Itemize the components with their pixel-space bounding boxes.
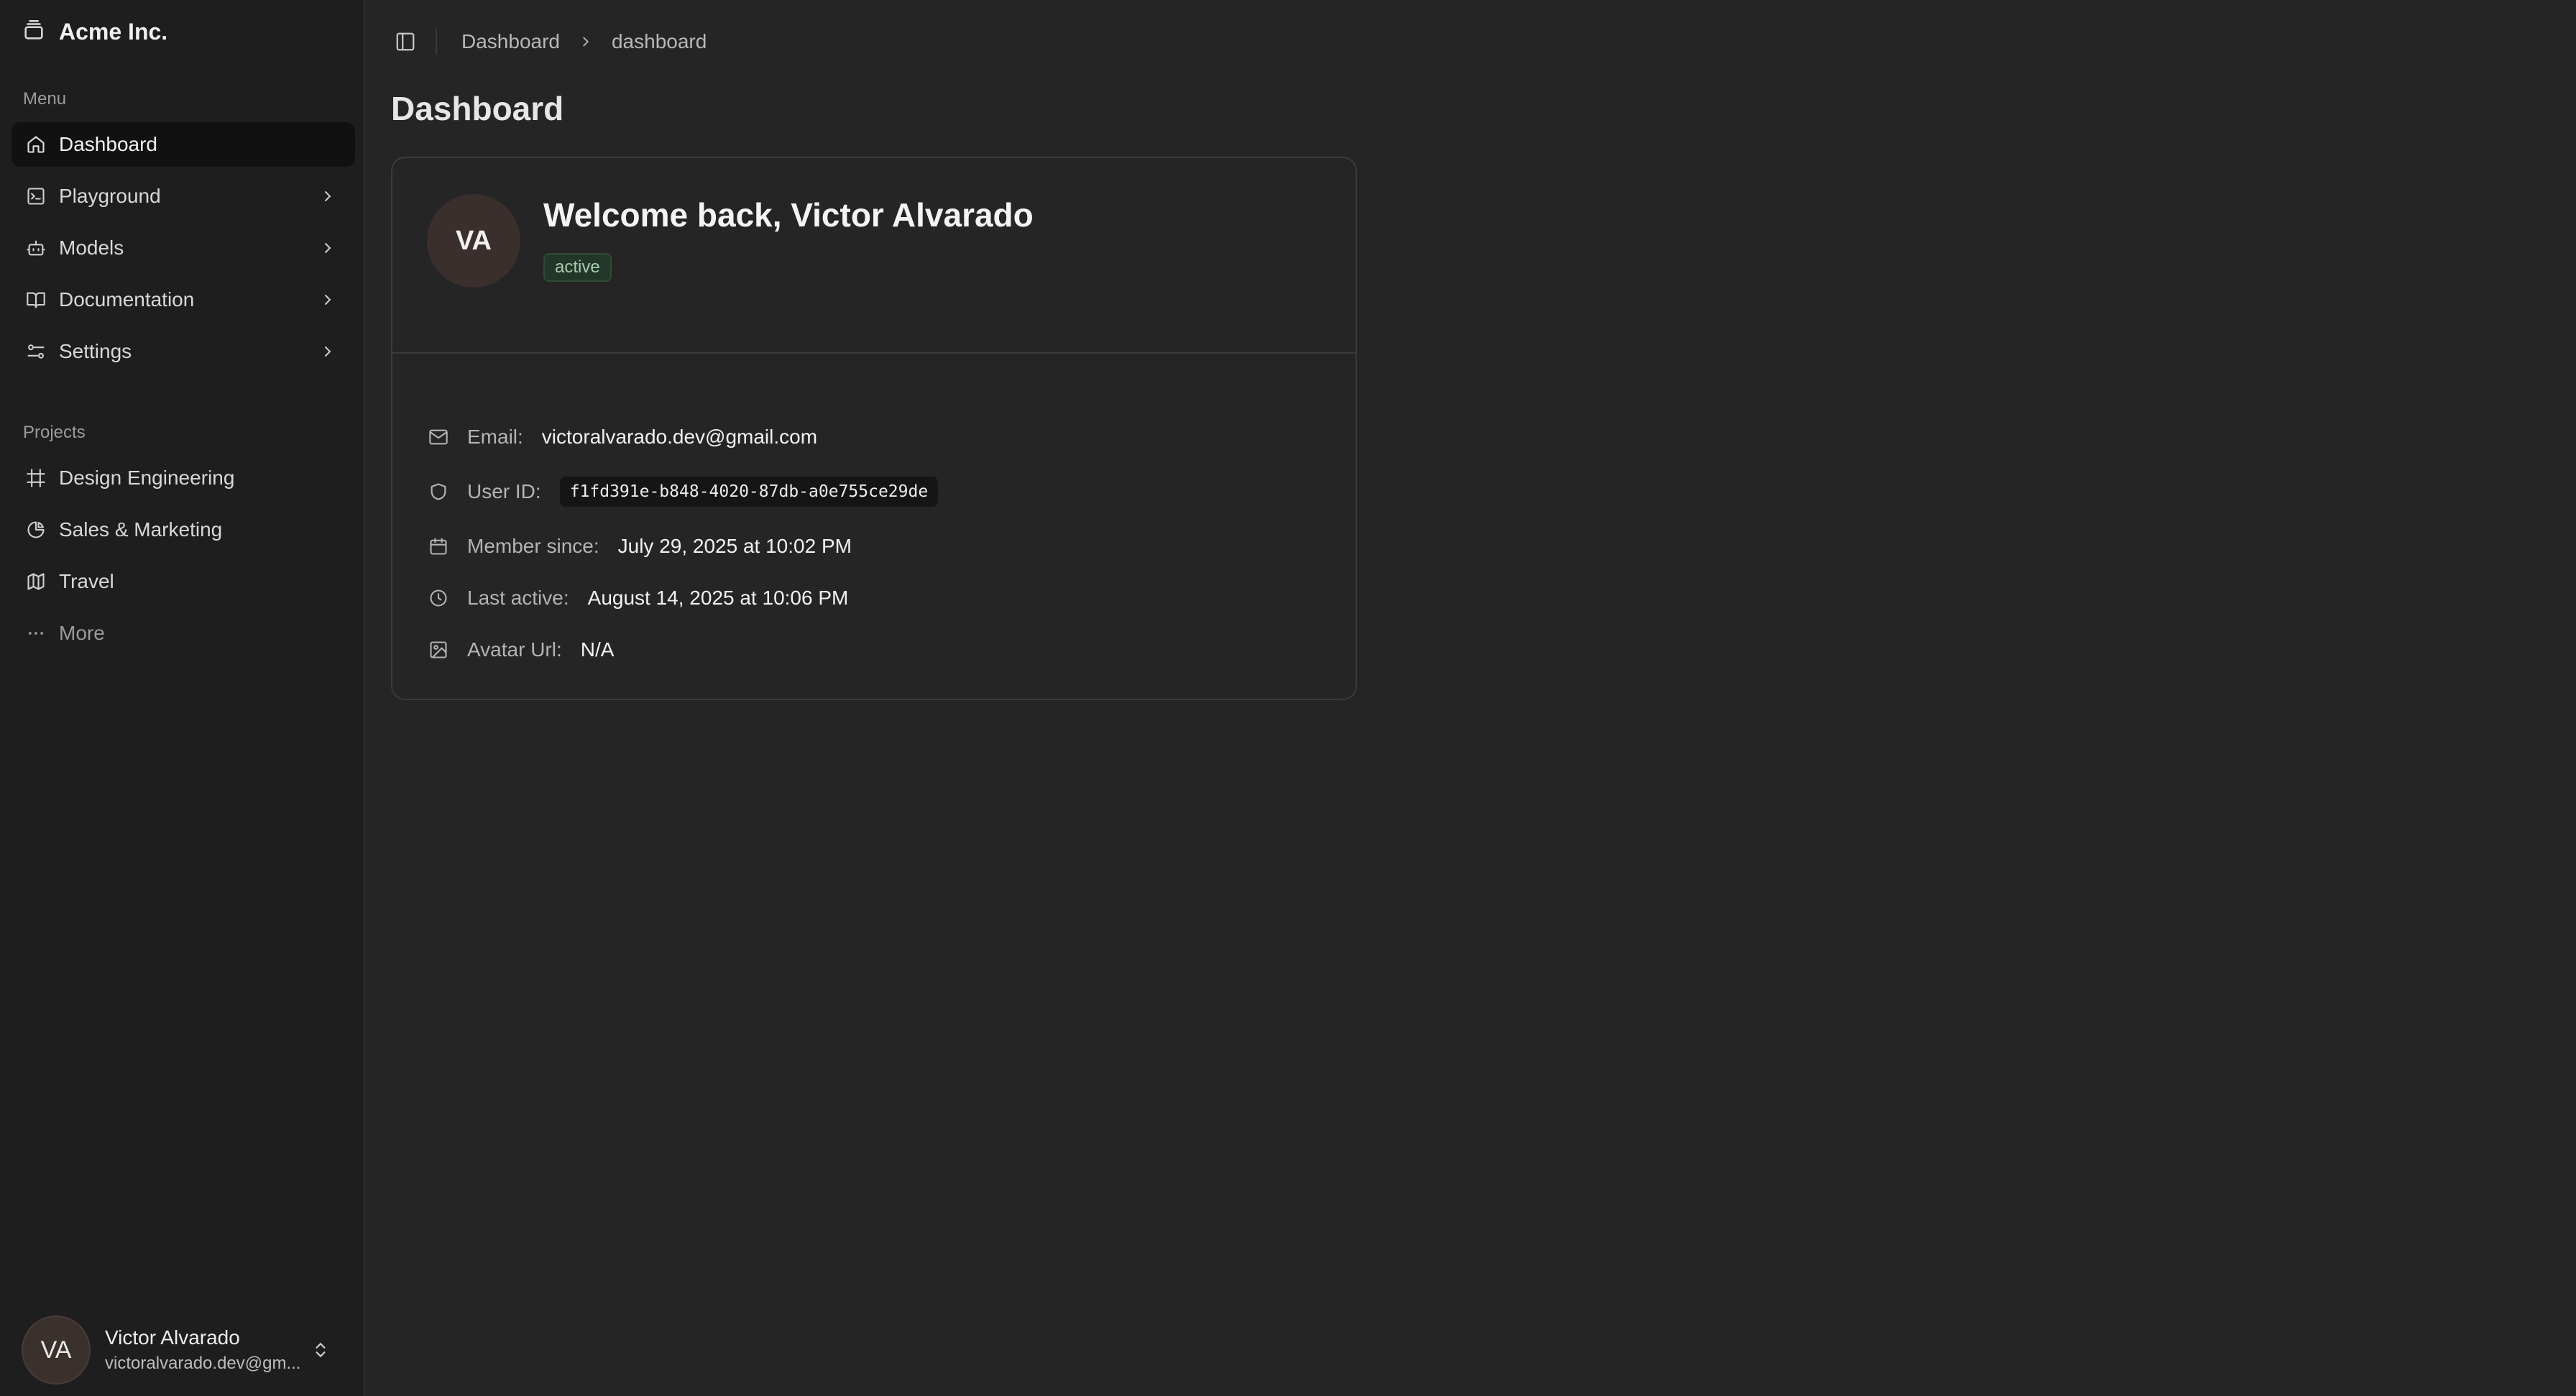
sidebar-item-documentation[interactable]: Documentation bbox=[12, 277, 355, 322]
layers-icon bbox=[22, 18, 46, 46]
member-since-label: Member since: bbox=[467, 535, 599, 557]
user-name: Victor Alvarado bbox=[105, 1326, 240, 1349]
menu-section-label: Menu bbox=[23, 89, 67, 109]
welcome-heading: Welcome back, Victor Alvarado bbox=[543, 196, 1034, 234]
home-icon bbox=[24, 133, 47, 156]
sidebar-item-settings[interactable]: Settings bbox=[12, 329, 355, 374]
terminal-icon bbox=[24, 185, 47, 208]
user-menu[interactable]: VA Victor Alvarado victoralvarado.dev@gm… bbox=[22, 1314, 345, 1386]
member-since-value: July 29, 2025 at 10:02 PM bbox=[617, 535, 852, 557]
sidebar-item-travel[interactable]: Travel bbox=[12, 559, 355, 604]
bot-icon bbox=[24, 237, 47, 260]
breadcrumb: Dashboard dashboard bbox=[461, 27, 707, 56]
sidebar-item-label: More bbox=[59, 622, 105, 644]
sidebar-item-label: Models bbox=[59, 237, 124, 259]
book-icon bbox=[24, 288, 47, 311]
header-divider bbox=[436, 29, 437, 55]
status-badge: active bbox=[543, 253, 612, 282]
sidebar-item-models[interactable]: Models bbox=[12, 226, 355, 270]
map-icon bbox=[24, 570, 47, 593]
sidebar-item-label: Design Engineering bbox=[59, 467, 235, 489]
sidebar-item-label: Travel bbox=[59, 570, 114, 592]
settings-icon bbox=[24, 340, 47, 363]
sidebar-item-dashboard[interactable]: Dashboard bbox=[12, 122, 355, 167]
sidebar-toggle-button[interactable] bbox=[391, 29, 420, 58]
sidebar-item-label: Settings bbox=[59, 340, 132, 362]
avatar-url-row: Avatar Url: N/A bbox=[427, 634, 614, 666]
sidebar-item-playground[interactable]: Playground bbox=[12, 174, 355, 219]
page-title: Dashboard bbox=[391, 90, 564, 127]
sidebar-item-sales-marketing[interactable]: Sales & Marketing bbox=[12, 508, 355, 552]
pie-chart-icon bbox=[24, 518, 47, 541]
email-label: Email: bbox=[467, 426, 523, 448]
shield-icon bbox=[427, 480, 450, 503]
sidebar-item-label: Sales & Marketing bbox=[59, 518, 223, 541]
calendar-icon bbox=[427, 535, 450, 558]
sidebar-item-label: Dashboard bbox=[59, 133, 157, 155]
user-id-label: User ID: bbox=[467, 480, 541, 502]
user-email: victoralvarado.dev@gm... bbox=[105, 1354, 301, 1373]
avatar-url-value: N/A bbox=[580, 638, 615, 661]
chevron-right-icon bbox=[316, 288, 339, 311]
chevron-right-icon bbox=[316, 185, 339, 208]
last-active-row: Last active: August 14, 2025 at 10:06 PM bbox=[427, 582, 848, 614]
chevrons-up-down-icon bbox=[309, 1338, 332, 1361]
user-id-row: User ID: f1fd391e-b848-4020-87db-a0e755c… bbox=[427, 476, 939, 508]
sidebar: Acme Inc. Menu Dashboard Playground Mode… bbox=[0, 0, 365, 1396]
chevron-right-icon bbox=[316, 237, 339, 260]
member-since-row: Member since: July 29, 2025 at 10:02 PM bbox=[427, 531, 852, 562]
avatar-url-label: Avatar Url: bbox=[467, 638, 562, 661]
avatar: VA bbox=[22, 1315, 91, 1384]
brand[interactable]: Acme Inc. bbox=[22, 14, 167, 49]
panel-left-icon bbox=[395, 31, 416, 56]
frame-icon bbox=[24, 467, 47, 490]
profile-card: VA Welcome back, Victor Alvarado active … bbox=[391, 157, 1357, 700]
breadcrumb-item-current: dashboard bbox=[611, 30, 707, 52]
email-row: Email: victoralvarado.dev@gmail.com bbox=[427, 421, 817, 453]
user-info: Victor Alvarado victoralvarado.dev@gm... bbox=[105, 1326, 313, 1374]
avatar: VA bbox=[427, 194, 520, 288]
chevron-right-icon bbox=[576, 32, 596, 52]
mail-icon bbox=[427, 426, 450, 449]
user-id-value: f1fd391e-b848-4020-87db-a0e755ce29de bbox=[559, 477, 939, 507]
last-active-value: August 14, 2025 at 10:06 PM bbox=[587, 587, 849, 609]
sidebar-item-label: Documentation bbox=[59, 288, 195, 311]
brand-name: Acme Inc. bbox=[59, 18, 168, 45]
image-icon bbox=[427, 638, 450, 661]
projects-section-label: Projects bbox=[23, 423, 86, 442]
sidebar-item-label: Playground bbox=[59, 185, 161, 207]
sidebar-item-design-engineering[interactable]: Design Engineering bbox=[12, 456, 355, 500]
app-root: Acme Inc. Menu Dashboard Playground Mode… bbox=[0, 0, 2576, 1396]
email-value: victoralvarado.dev@gmail.com bbox=[541, 426, 818, 448]
more-icon bbox=[24, 622, 47, 645]
last-active-label: Last active: bbox=[467, 587, 569, 609]
breadcrumb-item-dashboard[interactable]: Dashboard bbox=[461, 30, 560, 53]
sidebar-item-more[interactable]: More bbox=[12, 611, 355, 656]
card-divider bbox=[392, 352, 1356, 354]
chevron-right-icon bbox=[316, 340, 339, 363]
clock-icon bbox=[427, 587, 450, 610]
